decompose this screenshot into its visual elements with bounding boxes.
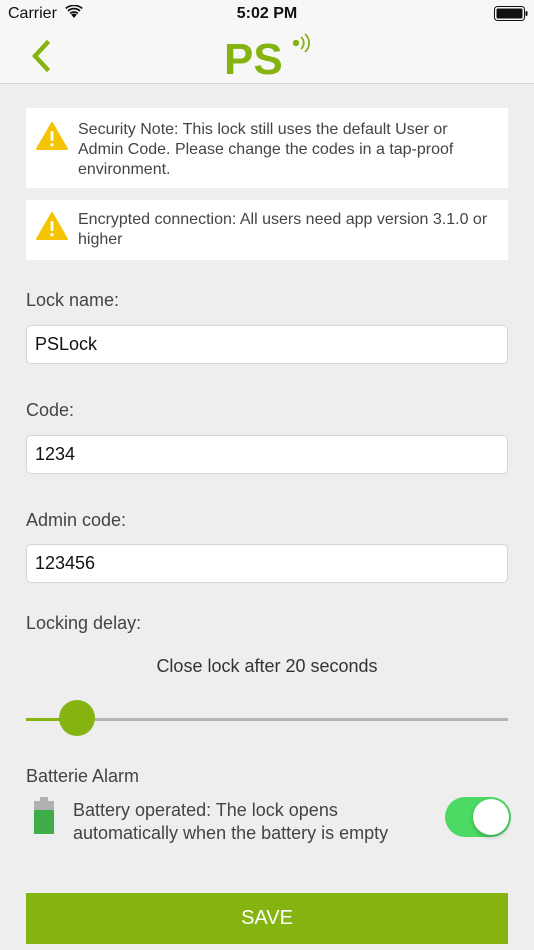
back-button[interactable]: [24, 38, 60, 74]
locking-delay-value: Close lock after 20 seconds: [156, 656, 378, 676]
locking-delay-label: Locking delay:: [26, 613, 142, 633]
encryption-note-text: Encrypted connection: All users need app…: [78, 211, 488, 248]
code-label: Code:: [26, 400, 75, 420]
toggle-knob: [473, 799, 509, 835]
status-time: 5:02 PM: [236, 5, 298, 22]
lock-name-input[interactable]: [26, 325, 508, 364]
battery-icon: [494, 6, 528, 21]
status-bar: Carrier 5:02 PM: [0, 0, 534, 28]
warning-icon: [36, 212, 68, 240]
lock-name-label: Lock name:: [26, 290, 120, 310]
battery-alarm-title: Batterie Alarm: [26, 766, 140, 786]
warning-icon: [36, 122, 68, 150]
navigation-bar: PS: [0, 28, 534, 84]
security-note: Security Note: This lock still uses the …: [26, 108, 508, 188]
ps-logo: PS: [224, 33, 310, 79]
chevron-left-icon: [31, 39, 51, 73]
battery-alarm-text: Battery operated: The lock opens automat…: [73, 800, 389, 843]
security-note-text: Security Note: This lock still uses the …: [78, 121, 454, 178]
save-button[interactable]: SAVE: [26, 893, 508, 944]
admin-code-input[interactable]: [26, 544, 508, 583]
admin-code-label: Admin code:: [26, 510, 127, 530]
code-input[interactable]: [26, 435, 508, 474]
battery-icon: [34, 797, 54, 834]
encryption-note: Encrypted connection: All users need app…: [26, 200, 508, 260]
battery-alarm-toggle[interactable]: [445, 797, 511, 837]
locking-delay-slider-thumb[interactable]: [58, 700, 95, 736]
locking-delay-slider-track[interactable]: [26, 718, 508, 721]
logo-text: PS: [224, 35, 283, 79]
